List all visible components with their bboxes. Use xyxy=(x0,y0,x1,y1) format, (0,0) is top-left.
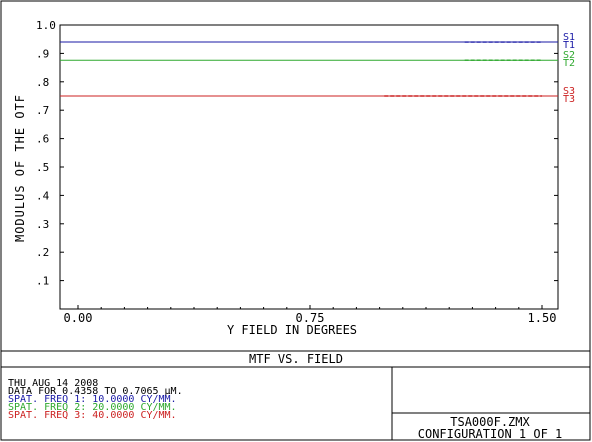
y-tick-label: .8 xyxy=(36,76,49,89)
chart-title: MTF VS. FIELD xyxy=(249,352,343,366)
x-axis-label: Y FIELD IN DEGREES xyxy=(227,323,357,337)
y-tick-label: .4 xyxy=(36,189,50,202)
plot-area xyxy=(59,24,559,310)
spatial-frequency-3: SPAT. FREQ 3: 40.0000 CY/MM. xyxy=(8,410,177,421)
y-tick-label: .2 xyxy=(36,246,49,259)
y-tick-label: .5 xyxy=(36,161,49,174)
x-tick-label: 1.50 xyxy=(528,311,557,325)
configuration-text: CONFIGURATION 1 OF 1 xyxy=(418,427,563,441)
y-tick-label: .3 xyxy=(36,218,49,231)
mtf-plot-window: .1.2.3.4.5.6.7.8.91.0 0.00 0.75 1.50 S1T1S… xyxy=(0,0,591,441)
y-tick-labels: .1 .2 .3 .4 .5 .6 .7 .8 .9 1.0 xyxy=(36,19,56,288)
legend-t2: T2 xyxy=(563,58,575,69)
y-tick-label: .9 xyxy=(36,47,49,60)
y-tick-label: .1 xyxy=(36,275,49,288)
legend: S1T1S2T2S3T3 xyxy=(563,32,575,105)
y-tick-label: 1.0 xyxy=(36,19,56,32)
legend-t3: T3 xyxy=(563,94,575,105)
y-axis-label: MODULUS OF THE OTF xyxy=(13,94,27,242)
y-tick-label: .6 xyxy=(36,133,49,146)
x-tick-label: 0.00 xyxy=(64,311,93,325)
y-tick-label: .7 xyxy=(36,104,49,117)
